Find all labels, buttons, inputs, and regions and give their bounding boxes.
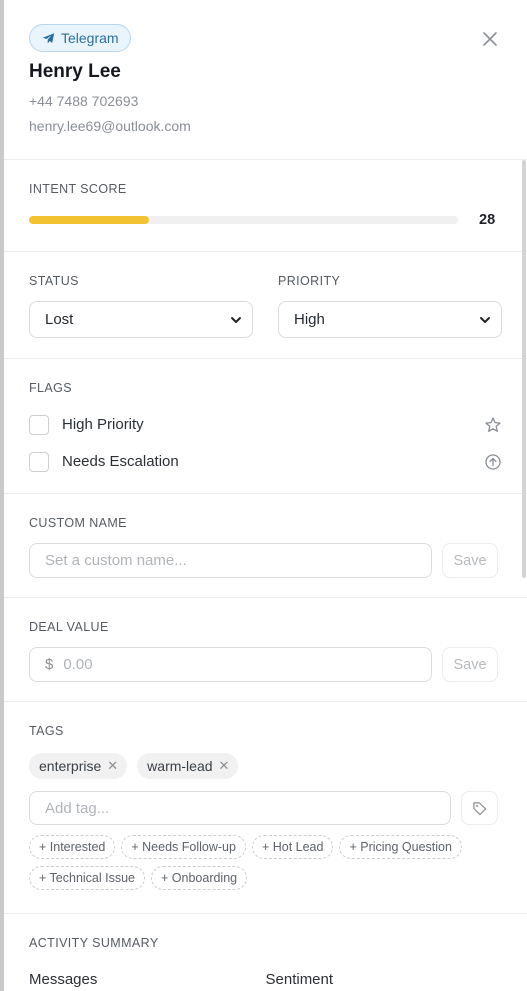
tag-icon xyxy=(473,801,487,815)
deal-value-title: DEAL VALUE xyxy=(29,620,109,634)
channel-label: Telegram xyxy=(61,30,119,46)
add-tag-button[interactable] xyxy=(461,791,498,825)
status-priority-section: STATUS Lost PRIORITY High xyxy=(4,252,527,359)
contact-name: Henry Lee xyxy=(29,61,121,82)
channel-badge: Telegram xyxy=(29,24,131,52)
intent-score-title: INTENT SCORE xyxy=(29,182,127,196)
tags-section: TAGS enterprise ✕ warm-lead ✕ Add tag... xyxy=(4,702,527,914)
intent-score-bar xyxy=(29,216,458,224)
scrollbar-thumb[interactable] xyxy=(522,160,526,578)
suggested-tag-button[interactable]: + Interested xyxy=(29,835,116,859)
suggested-tag-button[interactable]: + Pricing Question xyxy=(339,835,462,859)
add-tag-placeholder: Add tag... xyxy=(45,799,110,817)
high-priority-checkbox[interactable] xyxy=(29,414,49,435)
activity-summary-section: ACTIVITY SUMMARY Messages Sentiment xyxy=(4,914,527,988)
deal-value-input[interactable]: $ 0.00 xyxy=(29,647,432,682)
intent-score-section: INTENT SCORE 28 xyxy=(4,160,527,252)
suggested-tag-button[interactable]: + Needs Follow-up xyxy=(121,835,246,859)
contact-header: Telegram Henry Lee +44 7488 702693 henry… xyxy=(4,0,527,160)
suggested-tag-button[interactable]: + Onboarding xyxy=(151,866,248,890)
deal-value-section: DEAL VALUE $ 0.00 Save xyxy=(4,598,527,702)
intent-score-bar-fill xyxy=(29,216,150,224)
tag-chip: enterprise ✕ xyxy=(29,753,128,779)
status-select-value: Lost xyxy=(45,311,74,328)
flags-title: FLAGS xyxy=(29,381,72,395)
activity-summary-title: ACTIVITY SUMMARY xyxy=(29,936,159,950)
custom-name-title: CUSTOM NAME xyxy=(29,516,127,530)
arrow-up-circle-icon[interactable] xyxy=(484,453,502,471)
currency-symbol: $ xyxy=(45,656,54,673)
tag-label: warm-lead xyxy=(147,758,213,774)
custom-name-save-button[interactable]: Save xyxy=(442,543,498,578)
priority-select[interactable]: High xyxy=(278,301,502,338)
flags-section: FLAGS High Priority Needs Escalation xyxy=(4,359,527,494)
flag-row-high-priority: High Priority xyxy=(29,413,502,436)
close-icon[interactable] xyxy=(481,30,499,48)
messages-label: Messages xyxy=(29,971,98,988)
custom-name-input[interactable]: Set a custom name... xyxy=(29,543,432,578)
deal-value-placeholder: 0.00 xyxy=(63,656,93,673)
chevron-down-icon xyxy=(480,316,490,323)
telegram-plane-icon xyxy=(42,32,55,43)
tags-title: TAGS xyxy=(29,724,64,738)
status-select[interactable]: Lost xyxy=(29,301,253,338)
custom-name-placeholder: Set a custom name... xyxy=(45,552,187,569)
suggested-tag-button[interactable]: + Hot Lead xyxy=(251,835,334,859)
contact-email: henry.lee69@outlook.com xyxy=(29,118,191,134)
flag-row-needs-escalation: Needs Escalation xyxy=(29,450,502,473)
contact-phone: +44 7488 702693 xyxy=(29,93,139,109)
remove-tag-icon[interactable]: ✕ xyxy=(107,758,118,774)
tag-suggestions: + Interested + Needs Follow-up + Hot Lea… xyxy=(29,835,499,890)
intent-score-value: 28 xyxy=(479,212,496,228)
suggested-tag-button[interactable]: + Technical Issue xyxy=(29,866,146,890)
sentiment-label: Sentiment xyxy=(265,971,334,988)
star-icon[interactable] xyxy=(484,416,502,434)
priority-select-value: High xyxy=(294,311,325,328)
remove-tag-icon[interactable]: ✕ xyxy=(219,758,230,774)
add-tag-input[interactable]: Add tag... xyxy=(29,791,451,825)
chevron-down-icon xyxy=(231,316,241,323)
priority-title: PRIORITY xyxy=(278,274,341,288)
status-title: STATUS xyxy=(29,274,79,288)
contact-details-panel: Telegram Henry Lee +44 7488 702693 henry… xyxy=(4,0,527,991)
flag-label: Needs Escalation xyxy=(62,453,179,470)
flag-label: High Priority xyxy=(62,416,144,433)
deal-value-save-button[interactable]: Save xyxy=(442,647,498,682)
custom-name-section: CUSTOM NAME Set a custom name... Save xyxy=(4,494,527,598)
needs-escalation-checkbox[interactable] xyxy=(29,451,49,472)
tag-chip: warm-lead ✕ xyxy=(137,753,239,779)
tag-label: enterprise xyxy=(39,758,102,774)
